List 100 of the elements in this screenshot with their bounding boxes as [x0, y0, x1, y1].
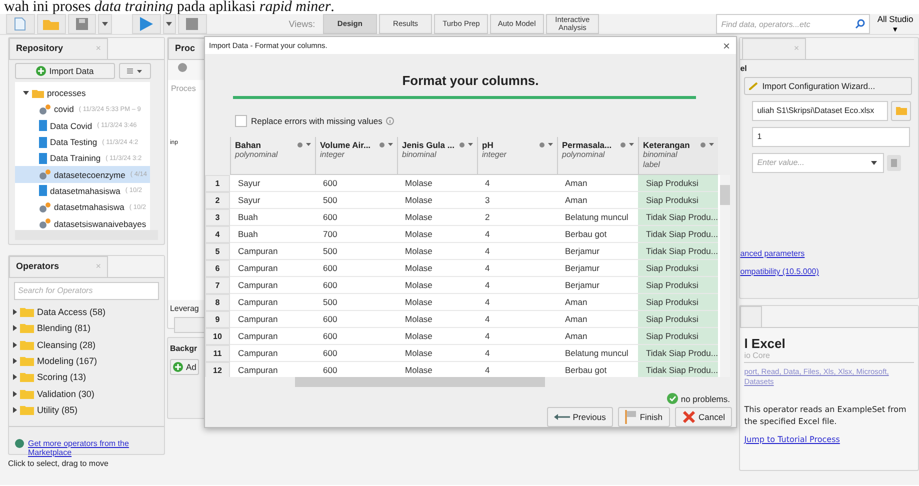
arrow-left-icon: [554, 414, 570, 420]
repository-tab[interactable]: Repository ×: [9, 38, 108, 59]
gear-caret-icon: [459, 142, 473, 148]
operator-description: This operator reads an ExampleSet from the specified Excel file.: [744, 404, 908, 428]
expand-arrow-icon: [13, 358, 17, 364]
table-cell: Molase: [397, 328, 477, 345]
cancel-button[interactable]: Cancel: [674, 407, 732, 427]
calendar-icon: [887, 155, 902, 171]
operator-title: l Excel: [744, 336, 786, 351]
views-label: Views:: [288, 19, 316, 29]
close-button[interactable]: ×: [716, 38, 736, 52]
file-field[interactable]: uliah S1\Skripsi\Dataset Eco.xlsx: [752, 101, 888, 121]
table-cell: Tidak Siap Produ...: [638, 362, 718, 377]
save-menu-button[interactable]: [98, 14, 112, 34]
save-button[interactable]: [68, 14, 96, 34]
floppy-icon: [76, 18, 88, 30]
operators-tab[interactable]: Operators ×: [9, 256, 108, 277]
plus-icon: [36, 66, 46, 76]
gear-caret-icon: [700, 142, 714, 148]
table-cell: Campuran: [230, 294, 315, 311]
horizontal-scrollbar[interactable]: [15, 230, 158, 240]
operator-group[interactable]: Utility (85): [9, 402, 164, 418]
column-header[interactable]: Bahan polynominal: [230, 137, 315, 175]
flag-icon: [624, 410, 637, 424]
parameter-link[interactable]: anced parameters: [740, 249, 914, 258]
run-button[interactable]: [132, 14, 161, 34]
finish-button[interactable]: Finish: [618, 407, 670, 427]
column-header[interactable]: Volume Air... integer: [315, 137, 397, 175]
row-number: 1: [205, 175, 230, 192]
table-cell: Molase: [397, 311, 477, 328]
studio-dropdown[interactable]: All Studio ▾: [872, 14, 919, 34]
parameter-link[interactable]: ompatibility (10.5.000): [740, 267, 914, 276]
table-cell: 500: [315, 294, 397, 311]
menu-button[interactable]: [119, 63, 151, 79]
column-header[interactable]: Keterangan binominal label: [638, 137, 718, 175]
table-cell: Buah: [230, 226, 315, 243]
table-cell: 4: [477, 226, 557, 243]
sheet-field[interactable]: 1: [752, 127, 910, 147]
folder-icon: [20, 340, 34, 350]
open-button[interactable]: [36, 14, 66, 34]
table-cell: Campuran: [230, 243, 315, 260]
expand-arrow-icon: [13, 374, 17, 380]
plus-icon: [172, 362, 183, 372]
table-cell: Molase: [397, 209, 477, 226]
marketplace-link[interactable]: Get more operators from the Marketplace: [28, 439, 138, 458]
import-data-button[interactable]: Import Data: [15, 63, 115, 79]
checkbox[interactable]: [235, 115, 247, 127]
table-cell: 600: [315, 260, 397, 277]
table-cell: Buah: [230, 209, 315, 226]
operator-group[interactable]: Cleansing (28): [9, 336, 164, 353]
table-cell: 600: [315, 311, 397, 328]
table-cell: 4: [477, 277, 557, 294]
operator-group[interactable]: Scoring (13): [9, 369, 164, 386]
expand-arrow-icon: [13, 309, 17, 316]
wizard-button[interactable]: Import Configuration Wizard...: [744, 77, 912, 95]
row-number: 12: [205, 362, 230, 377]
table-cell: 4: [477, 260, 557, 277]
operator-group[interactable]: Data Access (58): [9, 304, 164, 320]
table-cell: 4: [477, 175, 557, 192]
new-file-button[interactable]: [6, 14, 35, 34]
operator-group[interactable]: Blending (81): [9, 320, 164, 337]
caret-icon: [166, 22, 172, 26]
panel-label: el: [740, 63, 748, 75]
table-cell: Sayur: [230, 175, 315, 192]
table-cell: Sayur: [230, 192, 315, 209]
run-menu-button[interactable]: [162, 14, 176, 34]
operator-group[interactable]: Modeling (167): [9, 352, 164, 370]
vertical-scrollbar[interactable]: [720, 175, 730, 377]
previous-button[interactable]: Previous: [546, 407, 613, 427]
check-icon: [666, 393, 678, 404]
gear-caret-icon: [620, 142, 634, 148]
tree-folder[interactable]: processes: [15, 85, 150, 102]
panel-button[interactable]: [174, 317, 206, 333]
expand-arrow-icon: [13, 325, 17, 332]
search-icon: [854, 19, 865, 29]
column-header[interactable]: Jenis Gula ... binominal: [397, 137, 477, 175]
table-cell: Tidak Siap Produ...: [638, 243, 718, 260]
help-tab[interactable]: [740, 306, 762, 327]
wand-icon: [749, 82, 760, 90]
tutorial-link[interactable]: Jump to Tutorial Process: [744, 435, 840, 444]
operator-source: io Core: [744, 351, 914, 363]
caret-icon: [102, 22, 108, 26]
add-button[interactable]: Ad: [170, 359, 200, 375]
operator-group[interactable]: Validation (30): [9, 385, 164, 402]
table-cell: 4: [477, 345, 557, 362]
table-cell: Siap Produksi: [638, 328, 718, 345]
column-header[interactable]: pH integer: [477, 137, 557, 175]
row-number: 3: [205, 209, 230, 226]
row-number: 7: [205, 277, 230, 294]
browse-button[interactable]: [891, 101, 912, 121]
table-cell: Tidak Siap Produ...: [638, 226, 718, 243]
table-cell: Siap Produksi: [638, 311, 718, 328]
table-cell: Molase: [397, 192, 477, 209]
circle-icon: [178, 63, 187, 72]
table-cell: Siap Produksi: [638, 175, 718, 192]
repository-item[interactable]: datasetsiswanaivebayes: [15, 215, 150, 230]
table-cell: Molase: [397, 294, 477, 311]
table-cell: 600: [315, 209, 397, 226]
expand-arrow-icon: [13, 342, 17, 348]
table-cell: 600: [315, 175, 397, 192]
